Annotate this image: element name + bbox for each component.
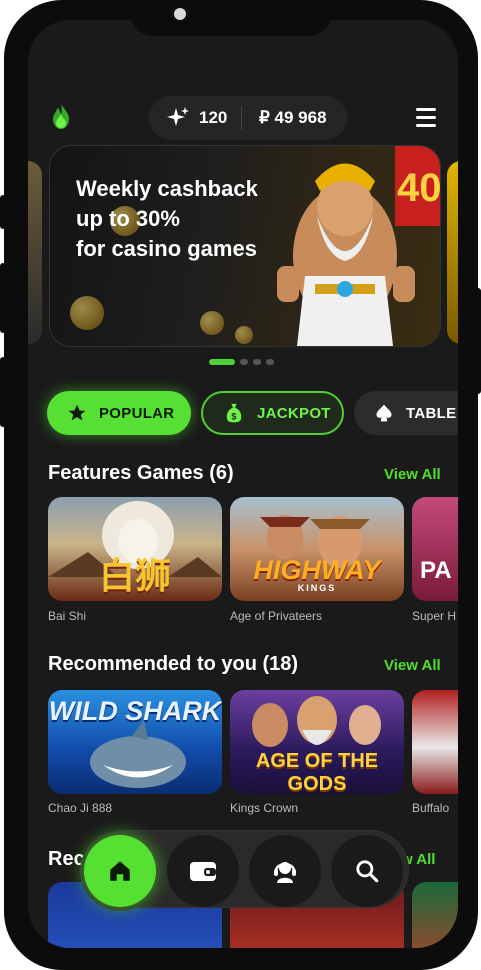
- zeus-illustration: 40: [277, 146, 440, 346]
- game-card-bai-shi[interactable]: 白狮: [48, 497, 222, 601]
- game-name[interactable]: Bai Shi: [48, 609, 86, 623]
- game-card-super-h[interactable]: PA: [412, 497, 458, 601]
- bonus-points[interactable]: 120: [167, 96, 227, 140]
- balance-amount[interactable]: ₽ 49 968: [259, 96, 327, 140]
- nav-support-button[interactable]: [249, 835, 321, 907]
- front-camera: [174, 8, 186, 20]
- game-name[interactable]: Age of Privateers: [230, 609, 322, 623]
- carousel-dot[interactable]: [209, 359, 235, 365]
- balance-pill[interactable]: 120 ₽ 49 968: [149, 96, 347, 140]
- game-name[interactable]: Super H: [412, 609, 456, 623]
- game-card-partial[interactable]: [412, 882, 458, 948]
- banner-prev-slide[interactable]: [28, 161, 42, 344]
- game-card-subtitle: KINGS: [297, 583, 337, 593]
- bonus-points-value: 120: [199, 108, 228, 127]
- game-name[interactable]: Chao Ji 888: [48, 801, 112, 815]
- game-card-buffalo[interactable]: [412, 690, 458, 794]
- section-title-featured: Features Games (6): [48, 462, 234, 484]
- section-title-recommended: Recommended to you (18): [48, 653, 299, 675]
- wallet-icon: [190, 862, 216, 881]
- phone-notch: [131, 0, 331, 36]
- nav-search-button[interactable]: [331, 835, 403, 907]
- home-icon: [110, 861, 130, 881]
- tab-jackpot-label: JACKPOT: [257, 404, 331, 422]
- coin-decoration: [235, 326, 253, 344]
- banner-line-3: for casino games: [76, 236, 257, 261]
- star-icon: [68, 404, 86, 421]
- carousel-dot[interactable]: [253, 359, 261, 365]
- phone-frame: 120 ₽ 49 968 40 Weekly cashback up to 30…: [4, 0, 478, 970]
- tab-table-label: TABLE: [406, 404, 457, 422]
- app-header: 120 ₽ 49 968: [28, 76, 458, 146]
- money-bag-icon: $: [226, 403, 242, 423]
- game-card-chao-ji-888[interactable]: WILD SHARK: [48, 690, 222, 794]
- banner-badge: 40: [397, 166, 440, 210]
- game-card-title: 白狮: [98, 555, 171, 596]
- tab-jackpot[interactable]: $ JACKPOT: [201, 391, 344, 435]
- coin-decoration: [200, 311, 224, 335]
- carousel-indicator: [209, 359, 274, 365]
- game-name[interactable]: Kings Crown: [230, 801, 298, 815]
- support-icon: [274, 862, 296, 883]
- coin-decoration: [70, 296, 104, 330]
- app-screen: 120 ₽ 49 968 40 Weekly cashback up to 30…: [28, 20, 458, 948]
- game-card-age-of-privateers[interactable]: HIGHWAY KINGS: [230, 497, 404, 601]
- banner-line-2: up to 30%: [76, 206, 180, 231]
- hamburger-menu-icon[interactable]: [416, 108, 436, 127]
- tab-popular-label: POPULAR: [99, 404, 175, 422]
- banner-next-slide[interactable]: [447, 161, 458, 344]
- banner-line-1: Weekly cashback: [76, 176, 258, 201]
- tab-table[interactable]: TABLE: [354, 391, 458, 435]
- view-all-featured-link[interactable]: View All: [384, 466, 441, 483]
- tab-popular[interactable]: POPULAR: [47, 391, 191, 435]
- search-icon: [356, 860, 379, 883]
- sparkle-icon: [167, 107, 189, 126]
- bottom-navigation: [84, 831, 408, 907]
- banner-headline: Weekly cashback up to 30% for casino gam…: [76, 174, 258, 264]
- view-all-recommended-link[interactable]: View All: [384, 657, 441, 674]
- game-card-kings-crown[interactable]: AGE OF THE GODS: [230, 690, 404, 794]
- spade-icon: [376, 404, 392, 422]
- game-card-title: PA: [420, 557, 452, 584]
- promo-banner[interactable]: 40 Weekly cashback up to 30% for casino …: [49, 145, 441, 347]
- nav-home-button[interactable]: [84, 835, 156, 907]
- game-card-title: HIGHWAY: [253, 555, 381, 585]
- flame-logo-icon[interactable]: [50, 102, 72, 130]
- svg-text:$: $: [231, 411, 236, 421]
- carousel-dot[interactable]: [240, 359, 248, 365]
- game-card-title: AGE OF THE GODS: [255, 750, 379, 794]
- game-name[interactable]: Buffalo: [412, 801, 449, 815]
- shark-illustration: [90, 720, 186, 788]
- pill-divider: [241, 106, 242, 130]
- carousel-dot[interactable]: [266, 359, 274, 365]
- section-title-third: Rec: [48, 848, 85, 870]
- balance-value: ₽ 49 968: [259, 108, 327, 127]
- nav-wallet-button[interactable]: [167, 835, 239, 907]
